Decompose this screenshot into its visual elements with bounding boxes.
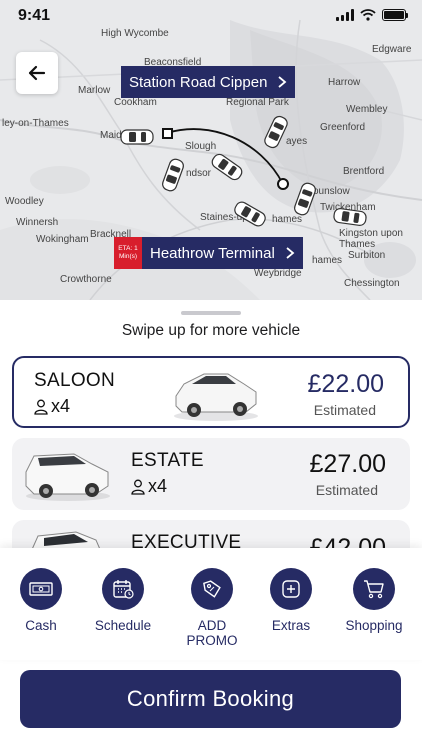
cash-icon	[29, 582, 53, 596]
back-button[interactable]	[16, 52, 58, 94]
map-place: Maid	[100, 130, 122, 141]
vehicle-seat-count: x4	[148, 476, 168, 496]
pickup-marker	[162, 128, 173, 139]
booking-options-bar: Cash Schedule ADD PROMO Extras Shopping	[0, 548, 422, 660]
map-place: Edgware	[372, 44, 412, 55]
vehicle-name: SALOON	[34, 370, 115, 391]
cart-icon	[364, 580, 384, 599]
tag-icon	[203, 580, 221, 598]
saloon-car-icon	[174, 373, 258, 421]
swipe-hint: Swipe up for more vehicle	[121, 322, 301, 339]
map-place: Greenford	[320, 122, 366, 133]
map-place: Harrow	[328, 77, 361, 88]
map-place: Kingston upon Thames	[339, 228, 403, 250]
vehicle-seats: x4	[131, 476, 167, 497]
map-car-icon	[120, 129, 154, 145]
pickup-location-text: Station Road Cippen	[129, 73, 268, 91]
map-place: hames	[312, 255, 343, 266]
map-place: Slough	[185, 141, 217, 152]
sheet-grabber[interactable]	[181, 311, 241, 315]
eta-line-2: Min(s)	[118, 253, 138, 260]
map-place: ndsor	[186, 168, 212, 179]
pickup-location-button[interactable]: Station Road Cippen	[121, 66, 296, 98]
estate-car-icon	[25, 453, 110, 501]
plus-icon	[282, 580, 300, 598]
battery-icon	[382, 9, 408, 21]
option-cash[interactable]: Cash	[1, 568, 81, 633]
vehicle-price-note: Estimated	[315, 482, 378, 498]
dropoff-location-button[interactable]: ETA: 1 Min(s) Heathrow Terminal	[114, 237, 303, 269]
vehicle-seat-count: x4	[51, 396, 71, 416]
status-time: 9:41	[18, 7, 51, 24]
dropoff-location-text: Heathrow Terminal	[150, 244, 275, 262]
option-label: Cash	[25, 618, 57, 633]
map-place: Chessington	[344, 278, 400, 289]
person-icon	[34, 399, 48, 415]
person-icon	[131, 479, 145, 495]
option-extras[interactable]: Extras	[251, 568, 331, 633]
chevron-right-icon	[286, 247, 295, 259]
option-label: Schedule	[94, 618, 152, 633]
status-bar: 9:41	[0, 0, 422, 30]
map-place: Weybridge	[254, 268, 302, 279]
eta-badge: ETA: 1 Min(s)	[114, 237, 142, 269]
vehicle-option-saloon[interactable]: SALOON x4 £22.00 Estimated	[12, 356, 410, 428]
map-place: Surbiton	[348, 250, 386, 261]
option-schedule[interactable]: Schedule	[83, 568, 163, 633]
map-place: Regional Park	[226, 97, 289, 108]
map-view[interactable]: High Wycombe Beaconsfield Marlow Cookham…	[0, 0, 422, 300]
option-label: Shopping	[345, 618, 403, 633]
map-place: Winnersh	[16, 217, 59, 228]
eta-line-1: ETA: 1	[118, 245, 138, 252]
wifi-icon	[360, 9, 376, 21]
vehicle-price-note: Estimated	[313, 402, 376, 418]
map-place: Wokingham	[36, 234, 89, 245]
arrow-left-icon	[28, 65, 46, 81]
dropoff-marker	[277, 178, 289, 190]
option-label: ADD PROMO	[186, 618, 238, 648]
chevron-right-icon	[278, 76, 287, 88]
map-place: hames	[272, 214, 303, 225]
map-place: Cookham	[114, 97, 157, 108]
map-place: Wembley	[346, 104, 388, 115]
option-add-promo[interactable]: ADD PROMO	[172, 568, 252, 648]
vehicle-sheet[interactable]: Swipe up for more vehicle SALOON x4 £22.…	[0, 300, 422, 592]
vehicle-option-estate[interactable]: ESTATE x4 £27.00 Estimated	[12, 438, 410, 510]
option-shopping[interactable]: Shopping	[334, 568, 414, 633]
map-place: Brentford	[343, 166, 385, 177]
map-place: ayes	[286, 136, 308, 147]
calendar-icon	[113, 580, 134, 599]
map-place: Crowthorne	[60, 274, 112, 285]
option-label: Extras	[271, 618, 311, 633]
vehicle-price: £27.00	[309, 450, 386, 478]
cellular-signal-icon	[336, 9, 354, 21]
map-place: Woodley	[5, 196, 44, 207]
vehicle-seats: x4	[34, 396, 70, 417]
map-place: Marlow	[78, 85, 111, 96]
confirm-booking-button[interactable]: Confirm Booking	[20, 670, 401, 728]
vehicle-name: ESTATE	[131, 450, 204, 471]
vehicle-price: £22.00	[307, 370, 384, 398]
map-place: ley-on-Thames	[2, 118, 69, 129]
